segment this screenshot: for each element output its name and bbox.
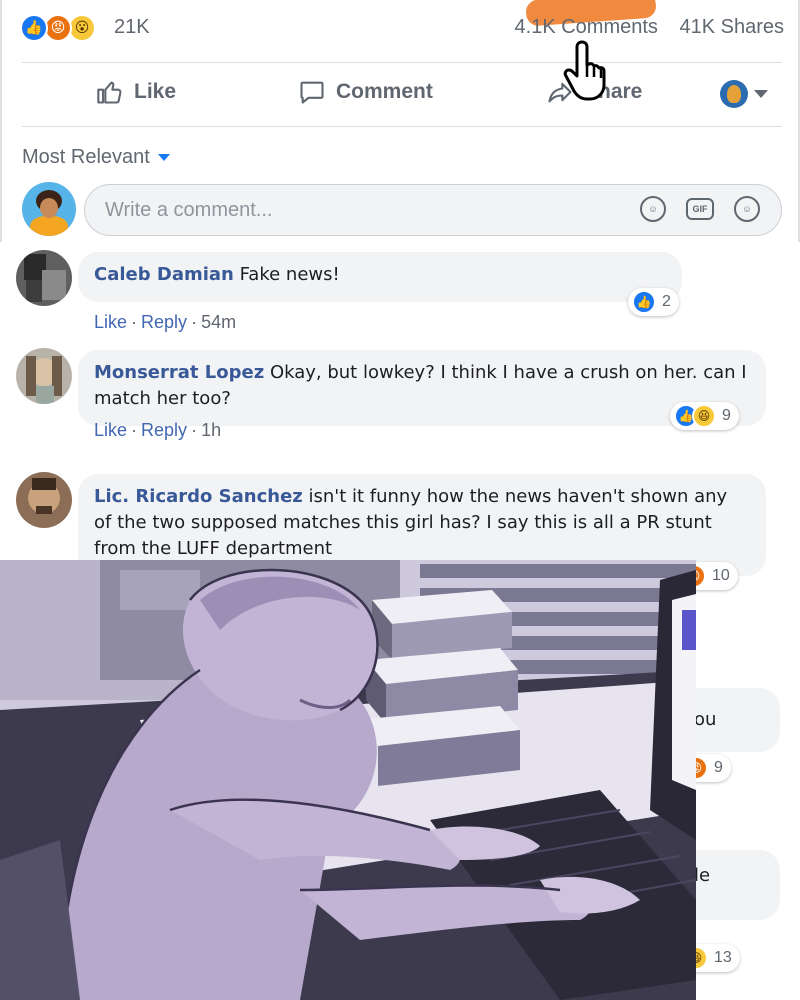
comment-reply-link[interactable]: Reply	[141, 312, 187, 332]
comment-timestamp[interactable]: 54m	[201, 312, 236, 332]
comment-actions: Like · Reply · 54m	[94, 312, 237, 332]
post-actions: Like Comment Share	[2, 64, 800, 124]
like-reaction-icon: 👍	[632, 290, 656, 314]
man-at-computer-image	[0, 560, 696, 1000]
comment-button-label: Comment	[336, 80, 433, 103]
comment-text: le	[694, 865, 711, 886]
hand-cursor-icon	[563, 40, 606, 101]
comment-reaction-count: 9	[714, 759, 723, 776]
comment-bubble: Caleb Damian Fake news!	[78, 252, 682, 302]
comment-text: Fake news!	[239, 264, 340, 285]
comment-timestamp[interactable]: 1h	[201, 420, 221, 440]
chevron-down-icon	[157, 154, 170, 161]
emoji-icon[interactable]: ☺	[640, 196, 666, 222]
haha-reaction-icon: 😆	[692, 404, 716, 428]
avatar	[22, 182, 76, 236]
post-stats: 👍 😡 😮 21K 4.1K Comments 41K Shares	[20, 0, 784, 50]
sticker-icon[interactable]: ☺	[734, 196, 760, 222]
avatar	[720, 80, 748, 108]
comment-reaction-count: 2	[662, 293, 671, 310]
comment-text: ou	[694, 709, 717, 730]
comment-actions: Like · Reply · 1h	[94, 420, 222, 440]
like-reaction-icon: 👍	[20, 14, 48, 42]
like-button[interactable]: Like	[96, 78, 176, 106]
comment-reaction-count: 9	[722, 407, 731, 424]
avatar[interactable]	[16, 250, 72, 306]
composer-tools: ☺ GIF ☺	[640, 196, 760, 222]
thumbs-up-icon	[97, 81, 122, 104]
chevron-down-icon	[754, 90, 768, 98]
avatar[interactable]	[16, 348, 72, 404]
comment-author[interactable]: Monserrat Lopez	[94, 362, 264, 383]
comment-icon	[300, 81, 324, 104]
comment-reactions[interactable]: 👍 2	[628, 288, 679, 316]
post-footer: 👍 😡 😮 21K 4.1K Comments 41K Shares Like …	[0, 0, 800, 242]
sort-label: Most Relevant	[22, 146, 150, 168]
comment-author[interactable]: Caleb Damian	[94, 264, 234, 285]
comment-reaction-count: 10	[712, 567, 730, 584]
shares-count-link[interactable]: 41K Shares	[679, 16, 784, 38]
comment-like-link[interactable]: Like	[94, 420, 127, 440]
comment-reaction-count: 13	[714, 949, 732, 966]
comment-composer: ☺ GIF ☺	[22, 182, 782, 236]
comment-bubble: Monserrat Lopez Okay, but lowkey? I thin…	[78, 350, 766, 426]
gif-icon[interactable]: GIF	[686, 198, 714, 220]
reaction-count[interactable]: 21K	[114, 16, 150, 39]
comment-like-link[interactable]: Like	[94, 312, 127, 332]
comic-illustration	[0, 560, 696, 1000]
comment-button[interactable]: Comment	[298, 78, 433, 106]
divider	[22, 62, 782, 63]
avatar[interactable]	[16, 472, 72, 528]
angry-reaction-icon: 😡	[44, 14, 72, 42]
comment-sort-dropdown[interactable]: Most Relevant	[22, 146, 170, 169]
divider	[22, 126, 782, 127]
like-button-label: Like	[134, 80, 177, 103]
audience-selector[interactable]	[720, 80, 768, 108]
comment-reactions[interactable]: 👍 😆 9	[670, 402, 739, 430]
wow-reaction-icon: 😮	[68, 14, 96, 42]
comment-reply-link[interactable]: Reply	[141, 420, 187, 440]
post-counts: 4.1K Comments 41K Shares	[499, 16, 784, 39]
comments-count-link[interactable]: 4.1K Comments	[515, 16, 658, 38]
comment-author[interactable]: Lic. Ricardo Sanchez	[94, 486, 303, 507]
